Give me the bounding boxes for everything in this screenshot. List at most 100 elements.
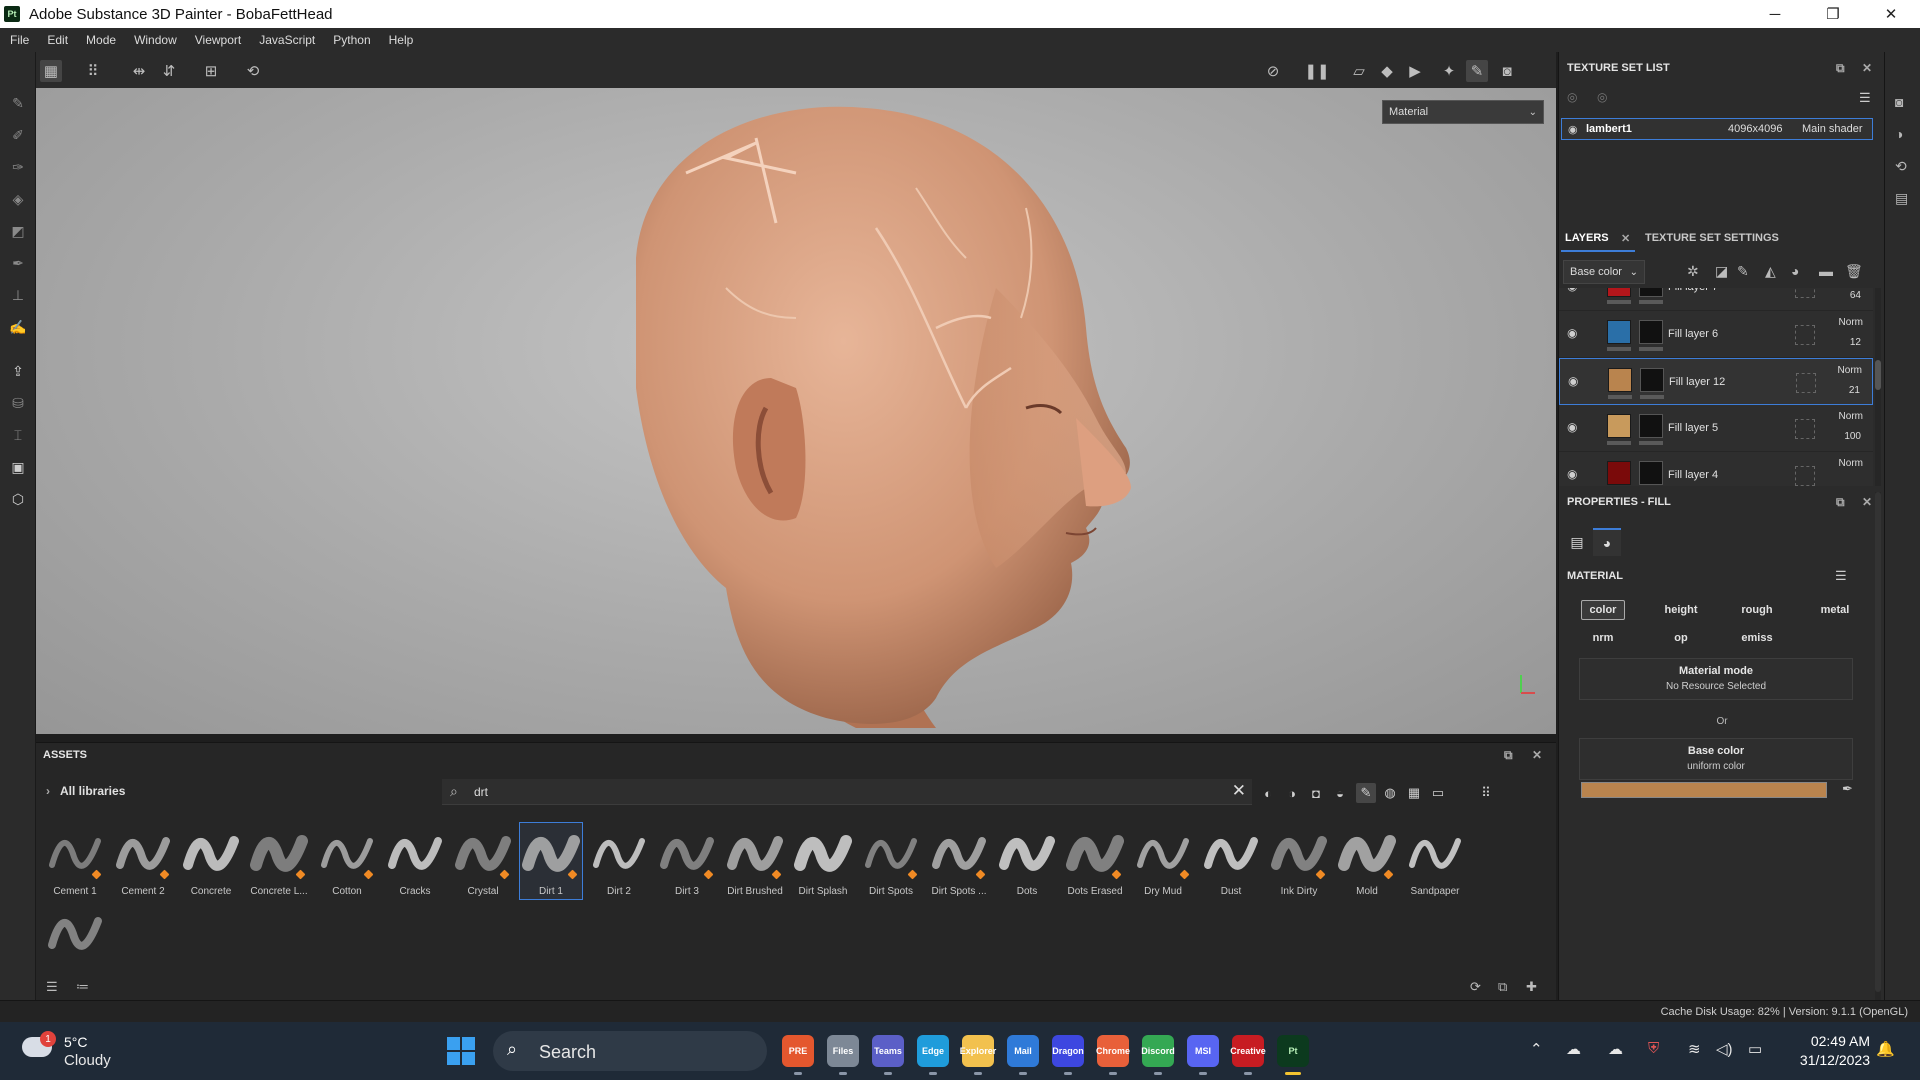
add-paint-layer-icon[interactable]: ✎: [1737, 263, 1749, 280]
paint-mode-icon[interactable]: ✎: [1466, 60, 1488, 82]
start-button[interactable]: [447, 1037, 475, 1065]
layer-row[interactable]: ◉ Fill layer 12 Norm 21: [1559, 358, 1873, 405]
blend-mode-select[interactable]: Norm: [1839, 411, 1863, 422]
taskbar-search[interactable]: ⌕ Search: [493, 1031, 767, 1071]
asset-thumbnail[interactable]: Cotton: [316, 823, 378, 899]
menu-file[interactable]: File: [10, 33, 29, 47]
list-options-icon[interactable]: ☰: [46, 979, 58, 995]
screenshot-icon[interactable]: ◙: [1496, 60, 1518, 82]
taskbar-app-chrome-icon[interactable]: Chrome: [1096, 1035, 1130, 1075]
taskbar-app-pt-icon[interactable]: Pt: [1277, 1035, 1309, 1075]
clone-icon[interactable]: ⊥: [7, 284, 29, 306]
menu-viewport[interactable]: Viewport: [195, 33, 241, 47]
add-effect-icon[interactable]: ✲: [1687, 263, 1699, 280]
3d-viewport[interactable]: Material ⌄: [36, 88, 1556, 734]
eye-off-icon[interactable]: ◎: [1567, 90, 1577, 104]
layer-mask-thumb[interactable]: [1639, 288, 1663, 297]
geometry-fill-icon[interactable]: ◈: [7, 188, 29, 210]
eye-icon[interactable]: ◉: [1567, 288, 1577, 293]
asset-thumbnail[interactable]: Concrete: [180, 823, 242, 899]
menu-javascript[interactable]: JavaScript: [259, 33, 315, 47]
bake-icon[interactable]: ✦: [1438, 60, 1460, 82]
taskbar-app-explorer-icon[interactable]: Explorer: [960, 1035, 996, 1075]
frame-add-icon[interactable]: ⊞: [200, 60, 222, 82]
channel-height-button[interactable]: height: [1659, 600, 1703, 620]
layers-scroll-thumb[interactable]: [1875, 360, 1881, 390]
add-icon[interactable]: ✚: [1526, 979, 1537, 995]
asset-thumbnail[interactable]: Dots: [996, 823, 1058, 899]
channel-metal-button[interactable]: metal: [1813, 600, 1857, 620]
security-icon[interactable]: ⛨: [1648, 1040, 1659, 1057]
eye-icon[interactable]: ◎: [1597, 90, 1607, 104]
taskbar-app-msi-icon[interactable]: MSI: [1187, 1035, 1219, 1075]
add-smart-material-icon[interactable]: ◕: [1791, 263, 1799, 279]
symmetry-y-icon[interactable]: ⇵: [158, 60, 180, 82]
asset-thumbnail[interactable]: Dirt Spots ...: [928, 823, 990, 899]
base-color-swatch[interactable]: [1581, 782, 1827, 798]
opacity-value[interactable]: 64: [1850, 290, 1861, 301]
add-mask-icon[interactable]: ◪: [1715, 263, 1728, 280]
base-color-box[interactable]: Base color uniform color: [1579, 738, 1853, 780]
3d-view-icon[interactable]: ◆: [1376, 60, 1398, 82]
layer-effect-slot[interactable]: [1796, 373, 1816, 393]
visibility-icon[interactable]: ◉: [1568, 123, 1578, 136]
filter-filter-icon[interactable]: ◒: [1330, 783, 1350, 803]
blend-mode-select[interactable]: Norm: [1838, 365, 1862, 376]
2d-view-icon[interactable]: ▱: [1348, 60, 1370, 82]
fill-settings-icon[interactable]: ▤: [1563, 528, 1591, 556]
delete-layer-icon[interactable]: 🗑: [1845, 263, 1863, 280]
taskbar-app-dragon-icon[interactable]: Dragon: [1052, 1035, 1084, 1075]
grid-view-icon[interactable]: ⠿: [1476, 783, 1496, 803]
close-panel-icon[interactable]: ✕: [1862, 61, 1872, 75]
add-fill-layer-icon[interactable]: ◭: [1765, 263, 1776, 280]
battery-icon[interactable]: ▭: [1748, 1040, 1762, 1058]
material-menu-icon[interactable]: ☰: [1835, 568, 1847, 584]
channel-op-button[interactable]: op: [1659, 628, 1703, 648]
close-panel-icon[interactable]: ✕: [1532, 748, 1542, 762]
eye-icon[interactable]: ◉: [1568, 374, 1578, 388]
layer-mask-thumb[interactable]: [1639, 320, 1663, 344]
asset-thumbnail[interactable]: Cement 2: [112, 823, 174, 899]
bake-mesh-icon[interactable]: ⛁: [7, 392, 29, 414]
layer-mask-thumb[interactable]: [1639, 414, 1663, 438]
library-selector[interactable]: › All libraries: [46, 784, 125, 798]
measure-icon[interactable]: ⌶: [7, 424, 29, 446]
eraser-icon[interactable]: ✐: [7, 124, 29, 146]
tab-texture-set-settings[interactable]: TEXTURE SET SETTINGS: [1645, 232, 1779, 244]
asset-thumbnail[interactable]: Dirt 3: [656, 823, 718, 899]
menu-edit[interactable]: Edit: [47, 33, 68, 47]
refresh-icon[interactable]: ⟳: [1470, 979, 1481, 995]
eye-icon[interactable]: ◉: [1567, 420, 1577, 434]
notification-bell-icon[interactable]: 🔔: [1876, 1040, 1895, 1058]
blend-mode-select[interactable]: Norm: [1839, 317, 1863, 328]
mask-filter-icon[interactable]: ◘: [1306, 783, 1326, 803]
taskbar-app-mail-icon[interactable]: Mail: [1007, 1035, 1039, 1075]
tab-layers[interactable]: LAYERS: [1565, 232, 1609, 244]
shelf-icon[interactable]: ▣: [7, 456, 29, 478]
material-tab-icon[interactable]: ◕: [1593, 528, 1621, 556]
tray-overflow-icon[interactable]: ⌃: [1530, 1040, 1543, 1058]
alpha-filter-icon[interactable]: ▦: [1404, 783, 1424, 803]
layer-mask-thumb[interactable]: [1639, 461, 1663, 485]
menu-help[interactable]: Help: [389, 33, 414, 47]
taskbar-app-edge-icon[interactable]: Edge: [917, 1035, 949, 1075]
restore-button[interactable]: ❐: [1804, 0, 1862, 28]
clear-search-icon[interactable]: ✕: [1232, 781, 1246, 801]
clock[interactable]: 02:49 AM 31/12/2023: [1800, 1032, 1870, 1070]
projection-icon[interactable]: ✑: [7, 156, 29, 178]
symmetry-x-icon[interactable]: ⇹: [128, 60, 150, 82]
blend-mode-select[interactable]: Norm: [1839, 458, 1863, 469]
asset-thumbnail[interactable]: Dirt 2: [588, 823, 650, 899]
asset-thumbnail[interactable]: Dirt Spots: [860, 823, 922, 899]
history-panel-icon[interactable]: ⟲: [1895, 158, 1907, 175]
network-icon[interactable]: ☁: [1608, 1040, 1623, 1058]
eyedropper-icon[interactable]: ✒: [1842, 781, 1853, 797]
menu-window[interactable]: Window: [134, 33, 177, 47]
taskbar-app-teams-icon[interactable]: Teams: [872, 1035, 904, 1075]
channel-color-button[interactable]: color: [1581, 600, 1625, 620]
smart-material-filter-icon[interactable]: ◑: [1282, 783, 1302, 803]
layer-row[interactable]: ◉ Fill layer 4 Norm: [1559, 452, 1873, 486]
camera-icon[interactable]: ▶: [1404, 60, 1426, 82]
material-mode-box[interactable]: Material mode No Resource Selected: [1579, 658, 1853, 700]
pause-icon[interactable]: ❚❚: [1304, 60, 1329, 82]
